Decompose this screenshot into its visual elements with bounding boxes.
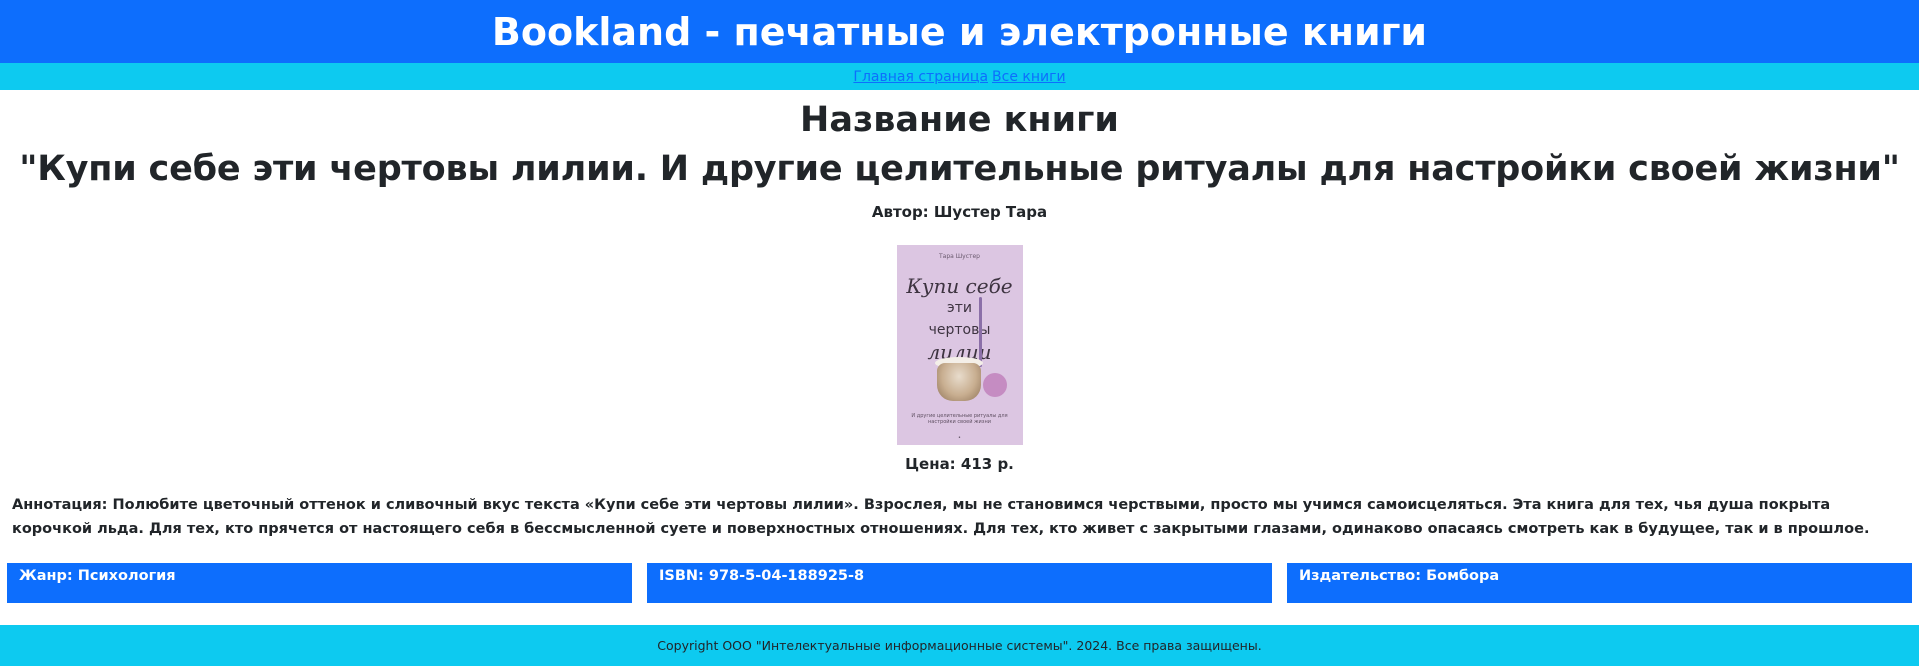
- site-header: Bookland - печатные и электронные книги: [0, 0, 1919, 63]
- nav-link-all-books[interactable]: Все книги: [992, 70, 1066, 84]
- nav-link-home[interactable]: Главная страница: [853, 70, 988, 84]
- lavender-sprig-icon: [978, 297, 982, 367]
- book-annotation: Аннотация: Полюбите цветочный оттенок и …: [12, 497, 1870, 537]
- book-cover-image: Тара Шустер Купи себе эти чертовы лилии …: [896, 245, 1023, 445]
- cup-icon: [936, 363, 981, 401]
- site-footer: Copyright ООО "Интелектуальные информаци…: [0, 625, 1919, 666]
- cover-title-text: Купи себе эти чертовы лилии: [897, 275, 1023, 363]
- cover-title-line: чертовы: [928, 322, 991, 338]
- cover-author-text: Тара Шустер: [939, 253, 980, 260]
- cover-subtitle-text: И другие целительные ритуалы для настрой…: [911, 413, 1008, 425]
- book-title: "Купи себе эти чертовы лилии. И другие ц…: [19, 149, 1900, 189]
- cover-title-line: Купи себе: [906, 274, 1013, 298]
- book-author: Автор: Шустер Тара: [871, 203, 1048, 221]
- cover-sticker-badge: [982, 373, 1007, 397]
- genre-box: Жанр: Психология: [7, 563, 632, 603]
- cover-wrapper: Тара Шустер Купи себе эти чертовы лилии …: [0, 245, 1919, 445]
- top-nav: Главная страница Все книги: [0, 63, 1919, 90]
- book-info-row: Жанр: Психология ISBN: 978-5-04-188925-8…: [0, 563, 1919, 603]
- publisher-box: Издательство: Бомбора: [1287, 563, 1912, 603]
- cover-title-line: эти: [947, 300, 972, 316]
- copyright-text: Copyright ООО "Интелектуальные информаци…: [657, 638, 1262, 653]
- book-detail: Название книги "Купи себе эти чертовы ли…: [0, 97, 1919, 603]
- book-heading-label: Название книги: [800, 100, 1119, 140]
- cover-publisher-logo: •: [958, 435, 961, 441]
- book-price: Цена: 413 р.: [905, 455, 1014, 473]
- site-title: Bookland - печатные и электронные книги: [491, 9, 1428, 54]
- isbn-box: ISBN: 978-5-04-188925-8: [647, 563, 1272, 603]
